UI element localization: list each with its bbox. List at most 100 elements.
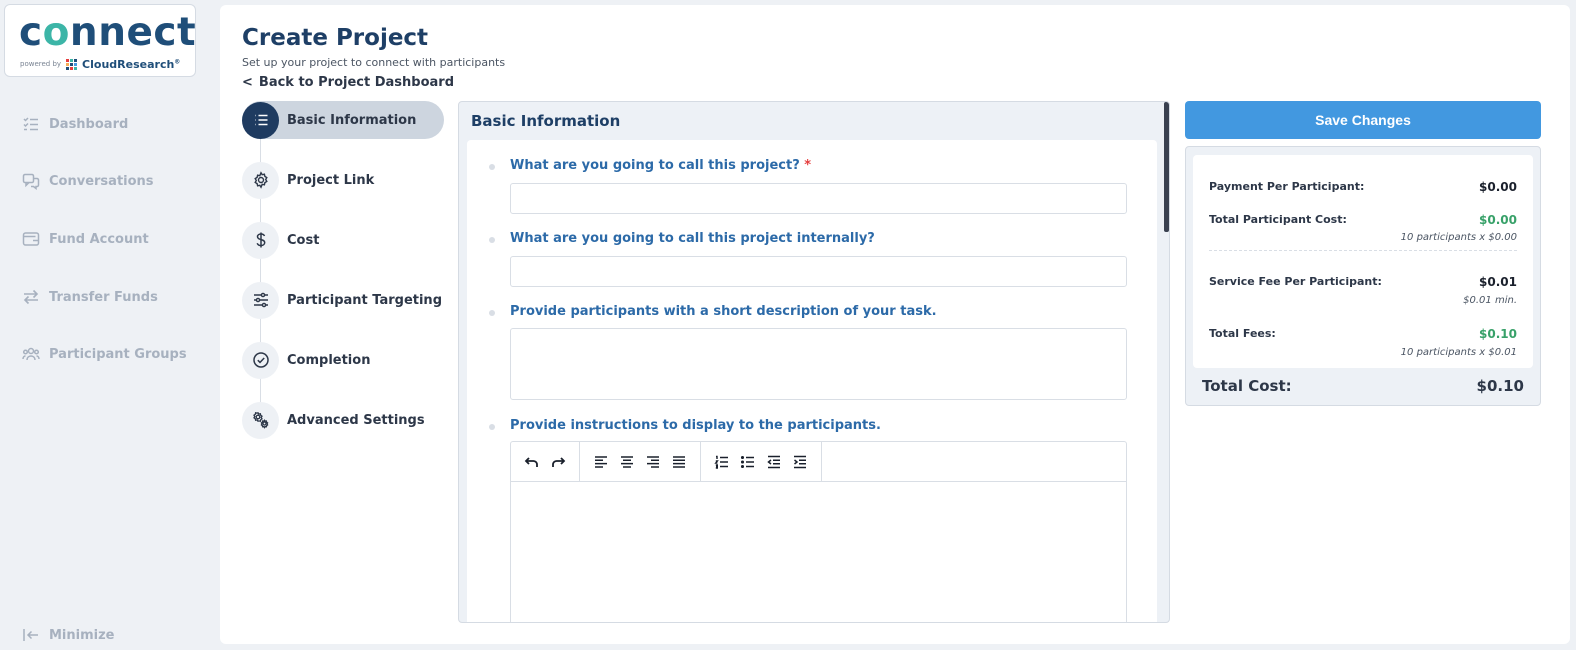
total-participant-cost-note: 10 participants x $0.00 [1400,232,1517,243]
form-panel: Basic Information What are you going to … [458,101,1170,623]
sidebar-item-fund-account[interactable]: Fund Account [22,228,149,250]
step-project-link[interactable]: Project Link [242,161,444,199]
internal-name-label: What are you going to call this project … [510,231,875,246]
indent-button[interactable] [791,453,809,471]
align-left-button[interactable] [592,453,610,471]
minimize-button[interactable]: Minimize [22,624,115,646]
brand-registered-mark: ® [174,57,181,65]
total-fees-label: Total Fees: [1209,327,1276,340]
page-title: Create Project [242,25,429,51]
align-center-button[interactable] [618,453,636,471]
logo[interactable]: connect ™ powered by CloudResearch® [4,4,196,77]
step-cost[interactable]: Cost [242,221,444,259]
sidebar-item-participant-groups[interactable]: Participant Groups [22,343,187,365]
step-label: Cost [287,232,320,248]
bullet-list-button[interactable] [739,453,757,471]
redo-button[interactable] [549,453,567,471]
total-fees-note: 10 participants x $0.01 [1400,347,1517,358]
back-to-dashboard-link[interactable]: < Back to Project Dashboard [242,75,454,90]
internal-name-input[interactable] [510,256,1127,287]
sidebar: connect ™ powered by CloudResearch® Dash… [0,0,219,650]
logo-wordmark: connect [19,10,197,55]
sidebar-item-label: Fund Account [49,231,149,247]
powered-by-text: powered by [20,60,62,68]
align-justify-button[interactable] [670,453,688,471]
summary-divider [1209,250,1517,251]
total-participant-cost-label: Total Participant Cost: [1209,213,1347,226]
step-participant-targeting[interactable]: Participant Targeting [242,281,444,319]
align-center-icon [621,455,633,468]
step-label: Advanced Settings [287,412,425,428]
question-bullet [489,237,495,243]
undo-button[interactable] [523,453,541,471]
question-bullet [489,310,495,316]
step-completion[interactable]: Completion [242,341,444,379]
total-fees-row: Total Fees: $0.10 [1209,327,1517,341]
payment-per-participant-label: Payment Per Participant: [1209,180,1365,193]
cost-breakdown: Payment Per Participant: $0.00 Total Par… [1193,155,1533,368]
sidebar-item-label: Participant Groups [49,346,187,362]
instructions-editor-content[interactable] [511,482,1126,622]
payment-per-participant-row: Payment Per Participant: $0.00 [1209,180,1517,194]
step-label: Participant Targeting [287,292,442,308]
question-bullet [489,424,495,430]
undo-icon [524,456,538,467]
project-name-label-text: What are you going to call this project? [510,158,800,173]
total-cost-label: Total Cost: [1202,377,1292,395]
payment-per-participant-value: $0.00 [1479,180,1517,194]
brand-text: CloudResearch [82,57,175,71]
service-fee-label: Service Fee Per Participant: [1209,275,1382,288]
cloudresearch-logo-icon [66,58,78,70]
form-scrollbar[interactable] [1164,102,1169,232]
form-body: What are you going to call this project?… [467,140,1157,622]
gear-icon [242,161,279,199]
sidebar-item-dashboard[interactable]: Dashboard [22,113,128,135]
service-fee-value: $0.01 [1479,275,1517,289]
list-icon [242,101,279,139]
align-left-icon [595,455,607,468]
form-section-title: Basic Information [471,112,621,130]
step-label: Completion [287,352,371,368]
outdent-button[interactable] [765,453,783,471]
instructions-rich-text-editor [510,441,1127,622]
total-cost-value: $0.10 [1476,377,1524,395]
collapse-left-icon [23,629,38,641]
sidebar-item-label: Transfer Funds [49,289,158,305]
align-right-icon [647,455,659,468]
total-fees-value: $0.10 [1479,327,1517,341]
short-description-label: Provide participants with a short descri… [510,304,937,319]
total-cost-row: Total Cost: $0.10 [1202,377,1524,395]
total-participant-cost-value: $0.00 [1479,213,1517,227]
sidebar-item-conversations[interactable]: Conversations [22,170,154,192]
main-card: Create Project Set up your project to co… [220,5,1570,644]
cost-summary-panel: Payment Per Participant: $0.00 Total Par… [1185,146,1541,406]
ordered-list-button[interactable] [713,453,731,471]
sidebar-item-transfer-funds[interactable]: Transfer Funds [22,286,158,308]
align-right-button[interactable] [644,453,662,471]
redo-icon [552,456,566,467]
question-bullet [489,164,495,170]
instructions-label: Provide instructions to display to the p… [510,418,881,433]
check-circle-icon [242,341,279,379]
save-changes-button[interactable]: Save Changes [1185,101,1541,139]
short-description-textarea[interactable] [510,328,1127,400]
logo-powered-by: powered by CloudResearch® [20,57,180,71]
chat-icon [22,173,40,190]
group-icon [22,347,40,361]
bullet-list-icon [740,455,754,468]
wallet-icon [22,232,40,246]
page-subtitle: Set up your project to connect with part… [242,56,506,69]
project-name-input[interactable] [510,183,1127,214]
service-fee-row: Service Fee Per Participant: $0.01 [1209,275,1517,289]
step-basic-information[interactable]: Basic Information [242,101,444,139]
history-group [511,442,580,481]
transfer-icon [23,289,39,305]
project-name-label: What are you going to call this project?… [510,158,811,173]
step-advanced-settings[interactable]: Advanced Settings [242,401,444,439]
editor-toolbar [511,442,1126,482]
list-check-icon [23,117,38,131]
sidebar-item-label: Dashboard [49,116,129,132]
align-justify-icon [673,455,685,468]
sliders-icon [242,281,279,319]
back-link-label: Back to Project Dashboard [258,75,455,90]
